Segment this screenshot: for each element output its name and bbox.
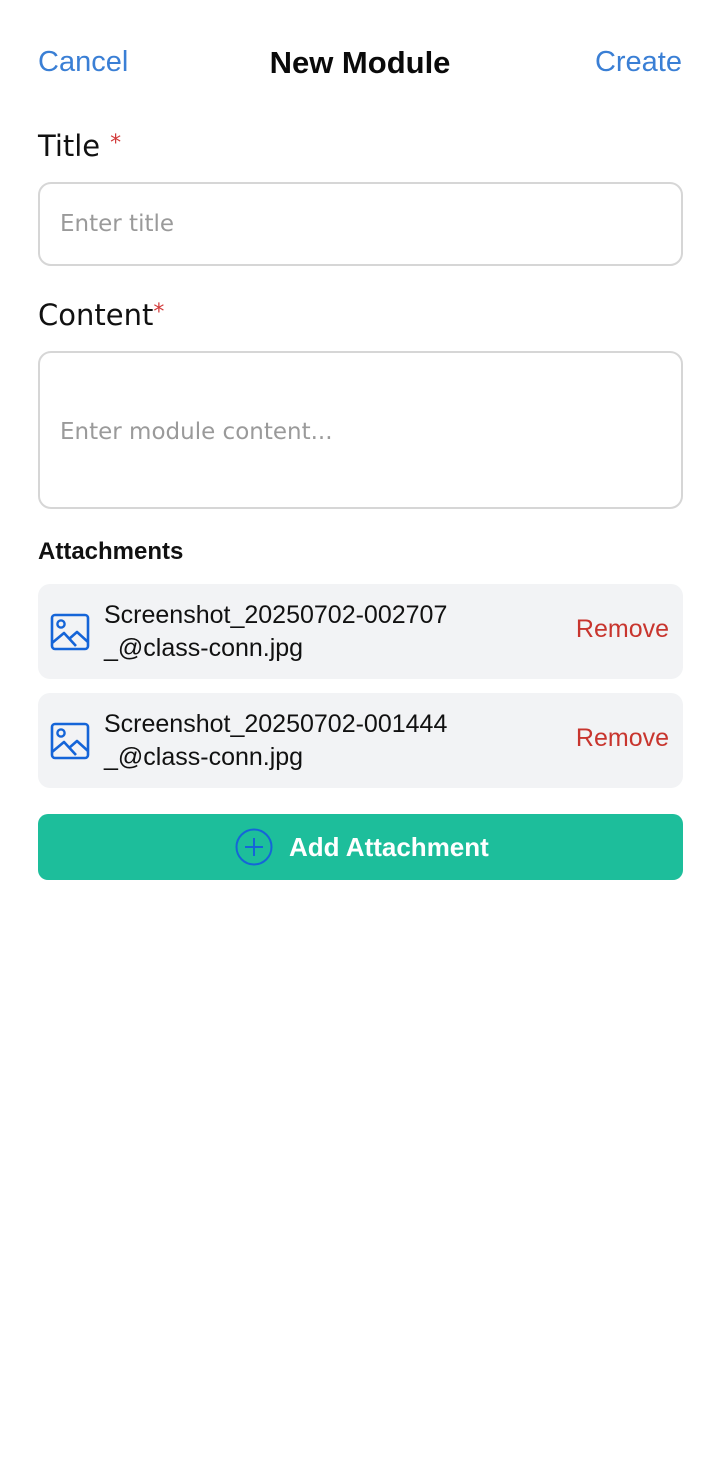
file-name-line: Screenshot_20250702-002707 — [104, 601, 448, 629]
file-name-line: Screenshot_20250702-001444 — [104, 710, 448, 738]
required-marker: * — [110, 131, 122, 156]
new-module-screen: Cancel New Module Create Title* Content*… — [0, 0, 720, 1465]
title-label-text: Title — [38, 129, 101, 163]
content-field-label: Content* — [38, 298, 164, 332]
attachment-item: Screenshot_20250702-001444 _@class-conn.… — [38, 693, 683, 788]
attachment-file-name: Screenshot_20250702-001444 _@class-conn.… — [104, 708, 504, 774]
plus-circle-icon — [235, 828, 273, 866]
required-marker: * — [153, 300, 165, 325]
create-button[interactable]: Create — [595, 46, 682, 79]
title-input[interactable] — [40, 184, 681, 264]
attachment-file-name: Screenshot_20250702-002707 _@class-conn.… — [104, 599, 504, 665]
attachments-heading: Attachments — [38, 538, 184, 565]
title-field-label: Title * — [38, 129, 121, 163]
content-input-container — [38, 351, 683, 509]
add-attachment-label: Add Attachment — [289, 832, 489, 862]
content-label-text: Content — [38, 298, 154, 332]
image-file-icon — [50, 613, 90, 651]
title-input-container — [38, 182, 683, 266]
file-name-line: _@class-conn.jpg — [104, 743, 304, 771]
attachment-item: Screenshot_20250702-002707 _@class-conn.… — [38, 584, 683, 679]
file-name-line: _@class-conn.jpg — [104, 634, 304, 662]
header-bar: Cancel New Module Create — [0, 36, 720, 90]
add-attachment-button[interactable]: Add Attachment — [38, 814, 683, 880]
remove-attachment-button[interactable]: Remove — [576, 615, 669, 644]
content-textarea[interactable] — [40, 353, 681, 507]
image-file-icon — [50, 722, 90, 760]
remove-attachment-button[interactable]: Remove — [576, 724, 669, 753]
